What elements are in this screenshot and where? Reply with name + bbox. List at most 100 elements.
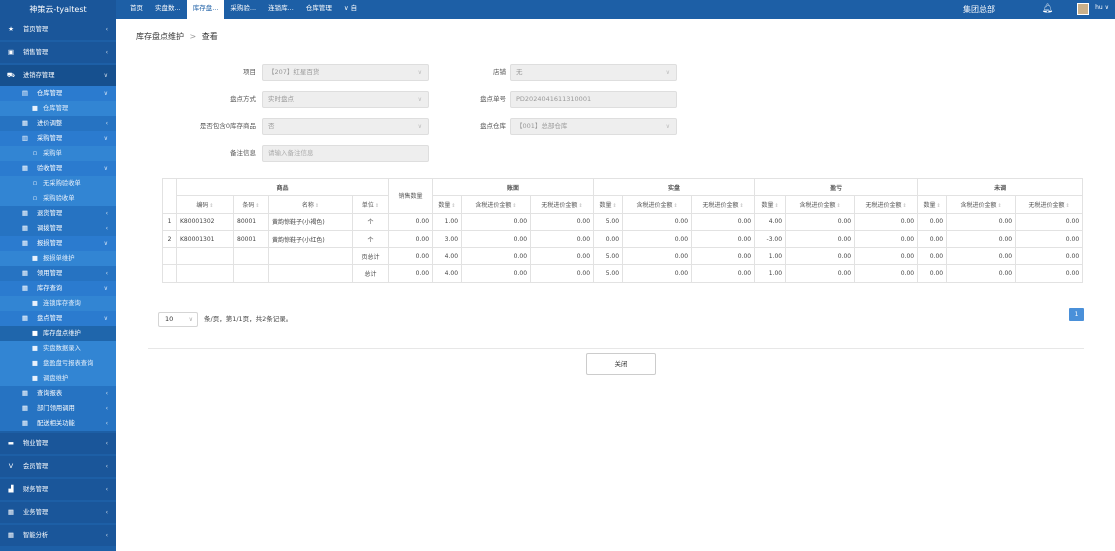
sidebar-item-13[interactable]: ▦ 报损管理 ∨ xyxy=(0,236,116,251)
sidebar-item-7[interactable]: ▫ 采购单 xyxy=(0,146,116,161)
actual-qty-header[interactable]: 数量⇕ xyxy=(593,195,624,214)
bell-icon[interactable]: 🔔︎ xyxy=(1042,4,1053,14)
sidebar-item-6[interactable]: ▥ 采购管理 ∨ xyxy=(0,131,116,146)
sidebar-item-19[interactable]: ■ 库存盘点维护 xyxy=(0,326,116,341)
grid-icon: ▦ xyxy=(21,239,29,247)
table-row[interactable]: 总计 0.00 4.00 0.00 0.00 5.00 0.00 0.00 1.00 0.00 0.… xyxy=(162,264,1084,283)
close-button[interactable]: 关闭 xyxy=(586,353,656,375)
unadj-notax-header[interactable]: 无税进价金额⇕ xyxy=(1015,195,1084,214)
book-tax-label: 含税进价金额 xyxy=(475,201,512,209)
sort-icon: ⇕ xyxy=(774,202,779,209)
user-menu[interactable]: hu ∨ xyxy=(1095,0,1109,16)
value-cell: 0.00 xyxy=(691,247,756,266)
sidebar: ★ 首页管理 ‹ ▣ 销售管理 ‹ ⛟ 进销存管理 ∨ ▤ 仓库管理 ∨ ■ 仓库管理 ▦ 进价调整 ‹ ▥ 采购管… xyxy=(0,19,116,551)
actual-notax-header[interactable]: 无税进价金额⇕ xyxy=(691,195,756,214)
value-cell: 0.00 xyxy=(785,212,856,231)
method-select[interactable]: 实时盘点 ∨ xyxy=(262,91,429,108)
book-tax-header[interactable]: 含税进价金额⇕ xyxy=(461,195,532,214)
table-row[interactable]: 2 K80001301 80001 黄韵惊鞋子(小红色) 个 0.00 3.00 0.00 0.… xyxy=(162,229,1084,249)
tab-more-dropdown[interactable]: ∨ 自 xyxy=(338,0,363,19)
method-label: 盘点方式 xyxy=(230,95,256,103)
value-cell: 0.00 xyxy=(946,229,1017,249)
grid-icon: ▦ xyxy=(21,419,29,427)
table-row[interactable]: 1 K80001302 80001 黄韵惊鞋子(小褐色) 个 0.00 1.00 0.00 0.… xyxy=(162,212,1084,231)
page-size-select[interactable]: 10 ∨ xyxy=(158,312,198,327)
sidebar-item-21[interactable]: ■ 盘盈盘亏报表查询 xyxy=(0,356,116,371)
name-header[interactable]: 名称⇕ xyxy=(268,195,353,214)
sales-qty-header[interactable]: 销售数量 xyxy=(388,178,434,214)
breadcrumb-current: 查看 xyxy=(201,32,218,41)
sidebar-item-12[interactable]: ▦ 调拨管理 ‹ xyxy=(0,221,116,236)
value-cell: 0.00 xyxy=(854,264,919,283)
sort-icon: ⇕ xyxy=(512,202,517,209)
book-notax-header[interactable]: 无税进价金额⇕ xyxy=(530,195,595,214)
sidebar-item-3[interactable]: ▤ 仓库管理 ∨ xyxy=(0,86,116,101)
sidebar-item-24[interactable]: ▦ 部门领用调用 ‹ xyxy=(0,401,116,416)
sidebar-item-30[interactable]: ▦ 智能分析 ‹ xyxy=(0,525,116,546)
tab-warehouse-management[interactable]: 仓库管理 xyxy=(300,0,338,19)
unadj-notax-label: 无税进价金额 xyxy=(1028,201,1065,209)
sidebar-item-20[interactable]: ■ 实盘数据录入 xyxy=(0,341,116,356)
value-cell: 1.00 xyxy=(432,212,463,231)
value-cell: 0.00 xyxy=(691,212,756,231)
name-cell xyxy=(268,264,353,283)
sidebar-item-1[interactable]: ▣ 销售管理 ‹ xyxy=(0,42,116,63)
sidebar-item-15[interactable]: ▦ 领用管理 ‹ xyxy=(0,266,116,281)
sidebar-item-10[interactable]: ▫ 采购验收单 xyxy=(0,191,116,206)
include-zero-select[interactable]: 否 ∨ xyxy=(262,118,429,135)
sidebar-item-26[interactable]: ▬ 物业管理 ‹ xyxy=(0,433,116,454)
diff-notax-header[interactable]: 无税进价金额⇕ xyxy=(854,195,919,214)
diff-qty-header[interactable]: 数量⇕ xyxy=(754,195,787,214)
app-brand[interactable]: 神策云-tyaltest xyxy=(0,0,116,19)
diff-tax-header[interactable]: 含税进价金额⇕ xyxy=(785,195,856,214)
unadj-qty-header[interactable]: 数量⇕ xyxy=(917,195,948,214)
sidebar-item-22[interactable]: ■ 调盘维护 xyxy=(0,371,116,386)
sidebar-item-11[interactable]: ▦ 退货管理 ‹ xyxy=(0,206,116,221)
tab-actual-stock-data[interactable]: 实盘数... xyxy=(149,0,187,19)
org-name[interactable]: 集团总部 xyxy=(963,0,995,19)
goods-group-header: 商品 xyxy=(175,177,390,197)
sidebar-item-18[interactable]: ▦ 盘点管理 ∨ xyxy=(0,311,116,326)
page-button-current[interactable]: 1 xyxy=(1069,308,1084,321)
sidebar-item-16[interactable]: ▦ 库存查询 ∨ xyxy=(0,281,116,296)
value-cell: 0.00 xyxy=(1015,247,1084,266)
diff-tax-label: 含税进价金额 xyxy=(799,201,836,209)
sidebar-item-2[interactable]: ⛟ 进销存管理 ∨ xyxy=(0,65,116,86)
chevron-left-icon: ‹ xyxy=(105,225,108,232)
sidebar-item-4[interactable]: ■ 仓库管理 xyxy=(0,101,116,116)
shop-select[interactable]: 无 ∨ xyxy=(510,64,677,81)
table-row[interactable]: 页总计 0.00 4.00 0.00 0.00 5.00 0.00 0.00 1.00 0.00 0… xyxy=(162,247,1084,266)
project-select[interactable]: 【207】红星百货 ∨ xyxy=(262,64,429,81)
unit-header[interactable]: 单位⇕ xyxy=(351,195,390,214)
tab-home[interactable]: 首页 xyxy=(124,0,149,19)
sidebar-item-0[interactable]: ★ 首页管理 ‹ xyxy=(0,19,116,40)
chevron-down-icon: ∨ xyxy=(665,123,670,130)
warehouse-select[interactable]: 【001】总部仓库 ∨ xyxy=(510,118,677,135)
code-header[interactable]: 编码⇕ xyxy=(176,195,234,214)
actual-tax-header[interactable]: 含税进价金额⇕ xyxy=(622,195,693,214)
tab-chain-inventory[interactable]: 连锁库... xyxy=(262,0,300,19)
sidebar-item-17[interactable]: ■ 连锁库存查询 xyxy=(0,296,116,311)
sidebar-item-27[interactable]: V 会员管理 ‹ xyxy=(0,456,116,477)
barcode-header[interactable]: 条码⇕ xyxy=(233,195,269,214)
sidebar-item-5[interactable]: ▦ 进价调整 ‹ xyxy=(0,116,116,131)
unit-cell: 总计 xyxy=(351,264,390,283)
avatar[interactable] xyxy=(1077,3,1089,15)
chevron-down-icon: ∨ xyxy=(103,165,108,172)
tab-stocktake-maintenance[interactable]: 库存盘... xyxy=(186,0,225,19)
remark-input[interactable]: 请输入备注信息 xyxy=(262,145,429,162)
breadcrumb-parent[interactable]: 库存盘点维护 xyxy=(136,32,184,41)
tab-purchase-receiving[interactable]: 采购验... xyxy=(224,0,262,19)
doc-no-field[interactable]: PD2024041611310001 xyxy=(510,91,677,108)
sidebar-item-25[interactable]: ▦ 配送相关功能 ‹ xyxy=(0,416,116,431)
book-qty-header[interactable]: 数量⇕ xyxy=(432,195,463,214)
sidebar-item-9[interactable]: ▫ 无采购验收单 xyxy=(0,176,116,191)
value-cell: 4.00 xyxy=(754,212,787,231)
sidebar-item-29[interactable]: ▦ 业务管理 ‹ xyxy=(0,502,116,523)
sidebar-item-14[interactable]: ■ 报损单维护 xyxy=(0,251,116,266)
sidebar-item-8[interactable]: ▦ 验收管理 ∨ xyxy=(0,161,116,176)
sidebar-item-28[interactable]: ▟ 财务管理 ‹ xyxy=(0,479,116,500)
unadj-tax-header[interactable]: 含税进价金额⇕ xyxy=(946,195,1017,214)
sidebar-item-23[interactable]: ▦ 查询报表 ‹ xyxy=(0,386,116,401)
name-cell: 黄韵惊鞋子(小褐色) xyxy=(268,212,353,231)
